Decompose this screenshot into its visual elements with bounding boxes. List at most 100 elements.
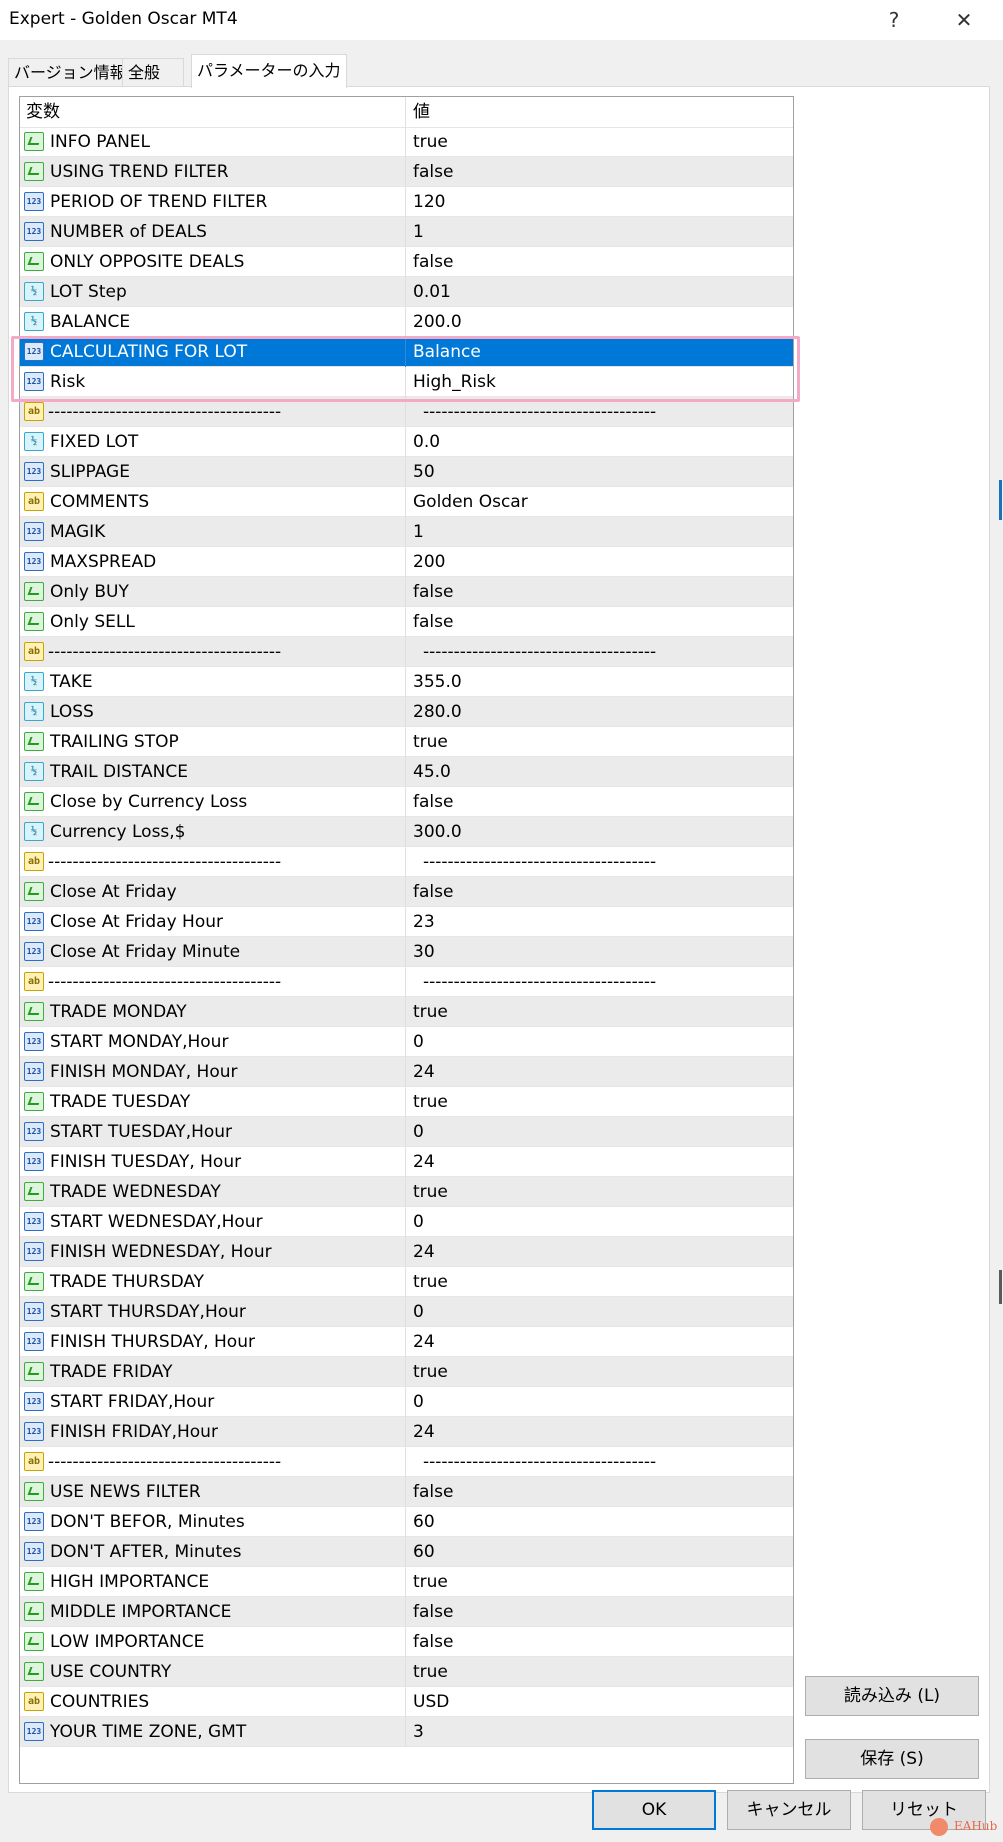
table-row[interactable]: ½ TAKE 355.0 bbox=[20, 667, 793, 697]
table-row[interactable]: 123 START MONDAY,Hour 0 bbox=[20, 1027, 793, 1057]
table-row[interactable]: MIDDLE IMPORTANCE false bbox=[20, 1597, 793, 1627]
table-row[interactable]: 123 PERIOD OF TREND FILTER 120 bbox=[20, 187, 793, 217]
parameter-name[interactable]: 123 FINISH THURSDAY, Hour bbox=[20, 1327, 406, 1357]
parameter-name[interactable]: ab -------------------------------------- bbox=[20, 1447, 406, 1477]
parameter-value[interactable]: false bbox=[407, 157, 793, 187]
parameter-value[interactable]: 0 bbox=[407, 1117, 793, 1147]
parameter-name[interactable]: ½ LOT Step bbox=[20, 277, 406, 307]
parameter-value[interactable]: true bbox=[407, 1657, 793, 1687]
parameter-value[interactable]: 0 bbox=[407, 1297, 793, 1327]
parameter-value[interactable]: false bbox=[407, 577, 793, 607]
parameter-name[interactable]: 123 NUMBER of DEALS bbox=[20, 217, 406, 247]
parameter-value[interactable]: -------------------------------------- bbox=[407, 637, 793, 667]
table-row[interactable]: HIGH IMPORTANCE true bbox=[20, 1567, 793, 1597]
parameter-name[interactable]: ½ BALANCE bbox=[20, 307, 406, 337]
table-row[interactable]: Close by Currency Loss false bbox=[20, 787, 793, 817]
parameter-value[interactable]: true bbox=[407, 727, 793, 757]
table-row[interactable]: 123 MAGIK 1 bbox=[20, 517, 793, 547]
parameter-name[interactable]: 123 Close At Friday Hour bbox=[20, 907, 406, 937]
parameter-name[interactable]: 123 START WEDNESDAY,Hour bbox=[20, 1207, 406, 1237]
parameter-value[interactable]: High_Risk bbox=[407, 367, 793, 397]
table-row[interactable]: 123 NUMBER of DEALS 1 bbox=[20, 217, 793, 247]
table-row[interactable]: TRAILING STOP true bbox=[20, 727, 793, 757]
parameter-name[interactable]: HIGH IMPORTANCE bbox=[20, 1567, 406, 1597]
parameter-value[interactable]: true bbox=[407, 1087, 793, 1117]
table-row[interactable]: ab --------------------------------------… bbox=[20, 397, 793, 427]
table-row[interactable]: 123 START THURSDAY,Hour 0 bbox=[20, 1297, 793, 1327]
parameter-value[interactable]: 0 bbox=[407, 1207, 793, 1237]
table-row[interactable]: 123 YOUR TIME ZONE, GMT 3 bbox=[20, 1717, 793, 1747]
parameter-name[interactable]: Only BUY bbox=[20, 577, 406, 607]
table-row[interactable]: 123 FINISH WEDNESDAY, Hour 24 bbox=[20, 1237, 793, 1267]
parameter-name[interactable]: 123 Close At Friday Minute bbox=[20, 937, 406, 967]
table-row[interactable]: ab COMMENTS Golden Oscar bbox=[20, 487, 793, 517]
parameter-value[interactable]: false bbox=[407, 787, 793, 817]
table-row[interactable]: ab --------------------------------------… bbox=[20, 637, 793, 667]
parameter-value[interactable]: Golden Oscar bbox=[407, 487, 793, 517]
parameter-name[interactable]: TRAILING STOP bbox=[20, 727, 406, 757]
cancel-button[interactable]: キャンセル bbox=[727, 1790, 851, 1830]
parameter-name[interactable]: ab -------------------------------------- bbox=[20, 397, 406, 427]
parameter-name[interactable]: 123 Risk bbox=[20, 367, 406, 397]
table-row[interactable]: 123 Risk High_Risk bbox=[20, 367, 793, 397]
table-row[interactable]: ab --------------------------------------… bbox=[20, 1447, 793, 1477]
table-row[interactable]: 123 START TUESDAY,Hour 0 bbox=[20, 1117, 793, 1147]
table-row[interactable]: TRADE MONDAY true bbox=[20, 997, 793, 1027]
parameter-name[interactable]: ab -------------------------------------- bbox=[20, 847, 406, 877]
parameter-name[interactable]: 123 FINISH FRIDAY,Hour bbox=[20, 1417, 406, 1447]
parameter-value[interactable]: false bbox=[407, 877, 793, 907]
parameter-value[interactable]: 24 bbox=[407, 1327, 793, 1357]
parameter-value[interactable]: 24 bbox=[407, 1057, 793, 1087]
parameter-name[interactable]: 123 START TUESDAY,Hour bbox=[20, 1117, 406, 1147]
parameter-name[interactable]: ab -------------------------------------- bbox=[20, 637, 406, 667]
parameter-value[interactable]: 24 bbox=[407, 1237, 793, 1267]
tab-general[interactable]: 全般 bbox=[122, 58, 184, 87]
parameter-value[interactable]: 0 bbox=[407, 1027, 793, 1057]
parameter-value[interactable]: -------------------------------------- bbox=[407, 1447, 793, 1477]
parameter-value[interactable]: false bbox=[407, 607, 793, 637]
tab-input-parameters[interactable]: パラメーターの入力 bbox=[191, 54, 347, 88]
table-row[interactable]: 123 FINISH FRIDAY,Hour 24 bbox=[20, 1417, 793, 1447]
ok-button[interactable]: OK bbox=[592, 1790, 716, 1830]
parameter-value[interactable]: true bbox=[407, 997, 793, 1027]
parameter-name[interactable]: 123 YOUR TIME ZONE, GMT bbox=[20, 1717, 406, 1747]
parameter-value[interactable]: 0 bbox=[407, 1387, 793, 1417]
parameter-name[interactable]: TRADE TUESDAY bbox=[20, 1087, 406, 1117]
table-row[interactable]: TRADE THURSDAY true bbox=[20, 1267, 793, 1297]
parameter-value[interactable]: 23 bbox=[407, 907, 793, 937]
table-row[interactable]: ½ LOT Step 0.01 bbox=[20, 277, 793, 307]
parameter-name[interactable]: 123 FINISH MONDAY, Hour bbox=[20, 1057, 406, 1087]
parameter-value[interactable]: -------------------------------------- bbox=[407, 847, 793, 877]
table-row[interactable]: ½ LOSS 280.0 bbox=[20, 697, 793, 727]
parameter-value[interactable]: false bbox=[407, 1597, 793, 1627]
parameter-value[interactable]: true bbox=[407, 1177, 793, 1207]
load-button[interactable]: 読み込み (L) bbox=[805, 1676, 979, 1716]
table-row[interactable]: 123 DON'T BEFOR, Minutes 60 bbox=[20, 1507, 793, 1537]
parameter-value[interactable]: 24 bbox=[407, 1417, 793, 1447]
parameter-value[interactable]: 200 bbox=[407, 547, 793, 577]
parameter-name[interactable]: TRADE MONDAY bbox=[20, 997, 406, 1027]
parameter-name[interactable]: USE NEWS FILTER bbox=[20, 1477, 406, 1507]
parameter-value[interactable]: 355.0 bbox=[407, 667, 793, 697]
parameter-value[interactable]: 50 bbox=[407, 457, 793, 487]
parameter-value[interactable]: 24 bbox=[407, 1147, 793, 1177]
parameter-name[interactable]: TRADE THURSDAY bbox=[20, 1267, 406, 1297]
table-row[interactable]: 123 DON'T AFTER, Minutes 60 bbox=[20, 1537, 793, 1567]
table-row[interactable]: 123 CALCULATING FOR LOT Balance bbox=[20, 337, 793, 367]
table-row[interactable]: 123 FINISH THURSDAY, Hour 24 bbox=[20, 1327, 793, 1357]
parameter-grid[interactable]: 変数 値 INFO PANEL true USING TREND FILTER fal… bbox=[19, 96, 794, 1784]
table-row[interactable]: USE NEWS FILTER false bbox=[20, 1477, 793, 1507]
parameter-value[interactable]: 60 bbox=[407, 1507, 793, 1537]
table-row[interactable]: Only BUY false bbox=[20, 577, 793, 607]
parameter-name[interactable]: ab -------------------------------------- bbox=[20, 967, 406, 997]
table-row[interactable]: ½ BALANCE 200.0 bbox=[20, 307, 793, 337]
table-row[interactable]: USING TREND FILTER false bbox=[20, 157, 793, 187]
parameter-value[interactable]: true bbox=[407, 1567, 793, 1597]
parameter-value[interactable]: 1 bbox=[407, 517, 793, 547]
parameter-value[interactable]: 3 bbox=[407, 1717, 793, 1747]
save-button[interactable]: 保存 (S) bbox=[805, 1739, 979, 1779]
parameter-value[interactable]: 280.0 bbox=[407, 697, 793, 727]
parameter-name[interactable]: 123 START MONDAY,Hour bbox=[20, 1027, 406, 1057]
table-row[interactable]: ½ TRAIL DISTANCE 45.0 bbox=[20, 757, 793, 787]
table-row[interactable]: 123 FINISH TUESDAY, Hour 24 bbox=[20, 1147, 793, 1177]
